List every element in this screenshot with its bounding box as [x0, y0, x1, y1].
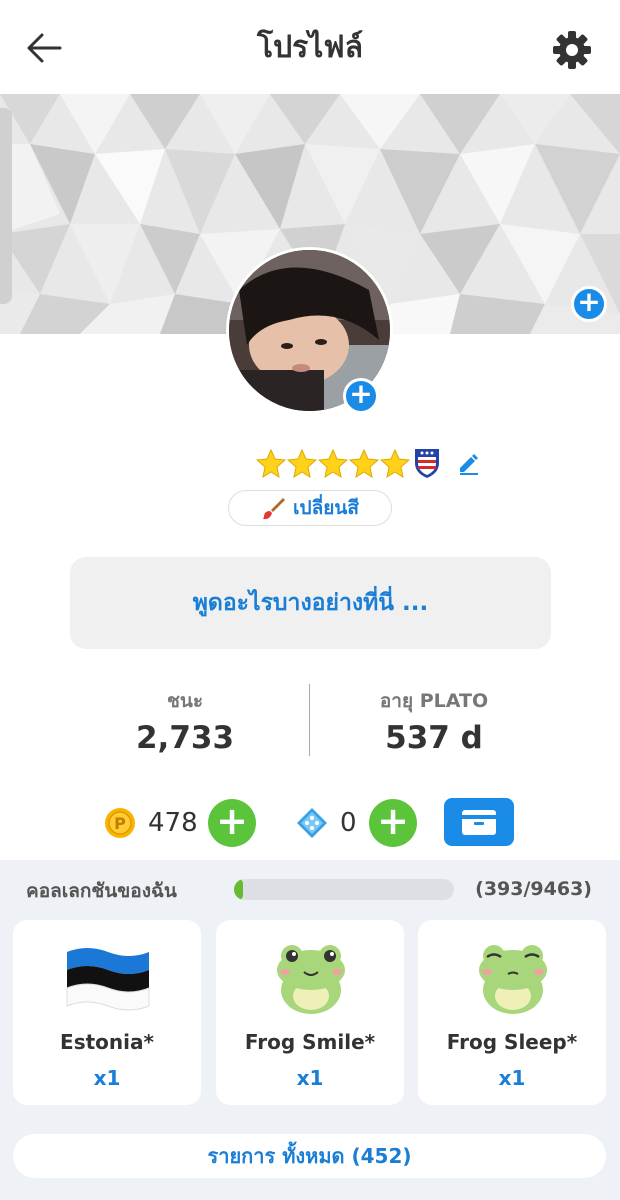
status-placeholder: พูดอะไรบางอย่างที่นี่ ... — [192, 590, 429, 616]
settings-button[interactable] — [548, 26, 596, 74]
age-value: 537 d — [385, 720, 483, 756]
wallet-button[interactable] — [444, 798, 514, 846]
dice-balance: 0 — [296, 798, 357, 848]
change-color-button[interactable]: เปลี่ยนสี — [228, 490, 392, 526]
rating-stars — [256, 446, 441, 480]
page-title: โปรไฟล์ — [257, 30, 363, 65]
card-name: Estonia* — [60, 1030, 154, 1054]
star-icon — [256, 448, 286, 478]
frog-smile-icon — [277, 945, 345, 1014]
star-icon — [318, 448, 348, 478]
paintbrush-icon — [263, 498, 286, 520]
top-bar: โปรไฟล์ — [0, 0, 620, 94]
coins-balance: P 478 — [104, 798, 198, 848]
change-color-label: เปลี่ยนสี — [293, 497, 359, 519]
wins-stat: ชนะ 2,733 — [60, 688, 310, 760]
add-cover-button[interactable]: + — [571, 286, 607, 322]
status-message-input[interactable]: พูดอะไรบางอย่างที่นี่ ... — [70, 557, 551, 649]
star-icon — [287, 448, 317, 478]
dice-value: 0 — [340, 808, 357, 838]
collection-card[interactable]: Estonia* x1 — [13, 920, 201, 1105]
age-label: อายุ PLATO — [379, 690, 489, 712]
card-name: Frog Smile* — [244, 1030, 376, 1054]
add-avatar-button[interactable]: + — [343, 378, 379, 414]
gear-icon — [553, 31, 591, 69]
card-quantity: x1 — [93, 1066, 121, 1090]
view-all-items-button[interactable]: รายการ ทั้งหมด (452) — [13, 1134, 606, 1178]
card-name: Frog Sleep* — [446, 1030, 578, 1054]
pencil-icon — [460, 454, 478, 475]
card-quantity: x1 — [296, 1066, 324, 1090]
collection-card[interactable]: Frog Smile* x1 — [216, 920, 404, 1105]
add-coins-button[interactable]: + — [208, 799, 256, 847]
frog-sleep-icon — [479, 945, 547, 1014]
svg-text:P: P — [114, 814, 126, 833]
coin-icon: P — [105, 808, 135, 838]
collection-progress-text: (393/9463) — [475, 878, 592, 900]
side-handle[interactable] — [0, 108, 12, 304]
wallet-icon — [462, 810, 496, 835]
coins-value: 478 — [148, 808, 198, 838]
estonia-flag-icon — [66, 948, 150, 1011]
star-icon — [380, 448, 410, 478]
shield-badge-icon — [415, 449, 439, 478]
dice-icon — [297, 808, 327, 838]
view-all-items-label: รายการ ทั้งหมด (452) — [207, 1144, 412, 1168]
wins-value: 2,733 — [135, 720, 235, 756]
star-icon — [349, 448, 379, 478]
wins-label: ชนะ — [166, 690, 204, 712]
card-quantity: x1 — [498, 1066, 526, 1090]
add-dice-button[interactable]: + — [369, 799, 417, 847]
age-stat: อายุ PLATO 537 d — [309, 688, 559, 760]
collection-progress-bar — [234, 879, 454, 900]
collection-card[interactable]: Frog Sleep* x1 — [418, 920, 606, 1105]
collection-title: คอลเลกชันของฉัน — [26, 880, 177, 902]
edit-stars-button[interactable] — [456, 450, 482, 476]
